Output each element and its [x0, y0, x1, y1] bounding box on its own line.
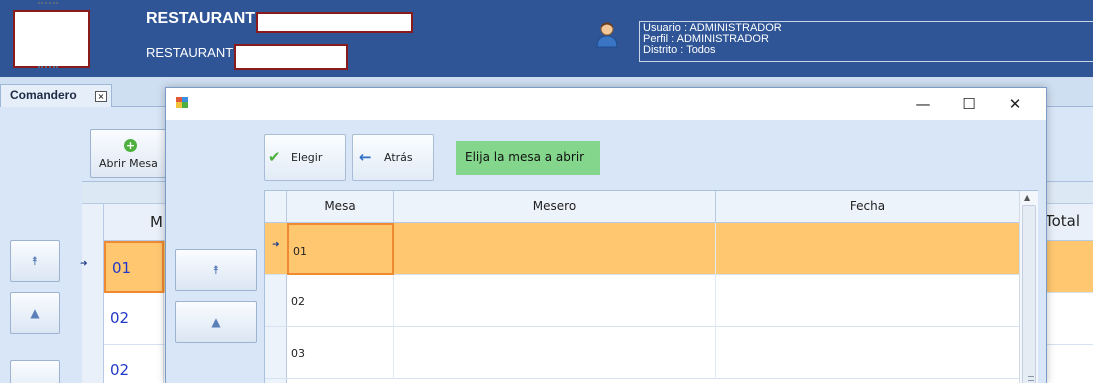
- dialog-body: ✔ Elegir ← Atrás Elija la mesa a abrir ⯭…: [166, 120, 1046, 383]
- first-record-button[interactable]: ⯭: [175, 249, 257, 291]
- table-row[interactable]: 03: [265, 327, 1019, 379]
- user-info-panel: Usuario : ADMINISTRADOR Perfil : ADMINIS…: [639, 21, 1093, 62]
- mesas-grid: Mesa Mesero Fecha ➜ 01 02 03 ▲: [264, 190, 1038, 383]
- mesa-cell[interactable]: 03: [287, 327, 394, 379]
- scrollbar-grip-icon: [1028, 376, 1034, 381]
- instruction-message: Elija la mesa a abrir: [456, 141, 600, 175]
- mesero-cell[interactable]: [394, 223, 716, 275]
- elegir-button[interactable]: ✔ Elegir: [264, 134, 346, 181]
- mesa-cell[interactable]: 01: [104, 241, 164, 293]
- abrir-mesa-button[interactable]: + Abrir Mesa: [90, 129, 170, 178]
- mesero-cell[interactable]: [394, 327, 716, 379]
- fecha-cell[interactable]: [716, 275, 1019, 327]
- mesa-cell[interactable]: 01: [287, 223, 394, 275]
- prev-record-button[interactable]: ▲: [175, 301, 257, 343]
- close-button[interactable]: ✕: [992, 92, 1038, 116]
- dialog-titlebar[interactable]: — ☐ ✕: [166, 88, 1046, 120]
- scroll-up-arrow-icon[interactable]: ▲: [1024, 193, 1030, 202]
- column-header-total: Total: [1045, 212, 1081, 230]
- tab-comandero-label: Comandero: [10, 88, 77, 102]
- app-window-icon: [176, 97, 188, 108]
- plus-circle-icon: +: [124, 139, 137, 152]
- logo-top-decoration: [38, 2, 58, 6]
- column-header-fecha[interactable]: Fecha: [716, 191, 1019, 223]
- column-header-mesa[interactable]: Mesa: [287, 191, 394, 223]
- checkmark-icon: ✔: [268, 148, 281, 166]
- row-selector-header: [265, 191, 287, 223]
- arrow-left-icon: ←: [359, 148, 372, 166]
- atras-button[interactable]: ← Atrás: [352, 134, 434, 181]
- company-logo: [13, 10, 90, 68]
- grid-header: Mesa Mesero Fecha: [265, 191, 1019, 223]
- first-record-button-bg[interactable]: ⯭: [10, 240, 60, 282]
- minimize-button[interactable]: —: [900, 92, 946, 116]
- scrollbar-thumb[interactable]: [1022, 205, 1036, 383]
- elegir-mesa-dialog: — ☐ ✕ ✔ Elegir ← Atrás Elija la mesa a a…: [165, 87, 1047, 383]
- redacted-restaurant-name: [256, 12, 413, 33]
- next-record-button-bg[interactable]: [10, 360, 60, 383]
- mesa-cell[interactable]: 02: [104, 345, 164, 383]
- row-selector-column: [82, 204, 104, 383]
- table-row[interactable]: 02: [265, 275, 1019, 327]
- tab-close-icon[interactable]: ×: [95, 91, 107, 102]
- mesa-cell[interactable]: 02: [104, 293, 164, 345]
- user-info-distrito: Distrito : Todos: [643, 44, 716, 56]
- selected-row-arrow-icon: ➜: [80, 259, 88, 269]
- mesero-cell[interactable]: [394, 275, 716, 327]
- user-avatar-icon: [596, 22, 618, 48]
- redacted-restaurant-branch: [234, 44, 348, 70]
- logo-bottom-decoration: [38, 66, 58, 70]
- elegir-label: Elegir: [291, 151, 323, 164]
- atras-label: Atrás: [384, 151, 413, 164]
- app-header: RESTAURANT RESTAURANT Usuario : ADMINIST…: [0, 0, 1093, 77]
- fecha-cell[interactable]: [716, 327, 1019, 379]
- vertical-scrollbar[interactable]: ▲: [1019, 191, 1038, 383]
- column-header-mesero[interactable]: Mesero: [394, 191, 716, 223]
- restaurant-title: RESTAURANT: [146, 10, 256, 27]
- restaurant-subtitle: RESTAURANT: [146, 45, 234, 60]
- abrir-mesa-label: Abrir Mesa: [99, 157, 158, 170]
- mesa-cell[interactable]: 02: [287, 275, 394, 327]
- column-header-mesa-partial: M: [150, 213, 163, 231]
- maximize-button[interactable]: ☐: [946, 92, 992, 116]
- tab-comandero[interactable]: Comandero ×: [0, 84, 112, 107]
- selected-row-arrow-icon: ➜: [272, 240, 280, 250]
- fecha-cell[interactable]: [716, 223, 1019, 275]
- prev-record-button-bg[interactable]: ▲: [10, 292, 60, 334]
- table-row[interactable]: ➜ 01: [265, 223, 1019, 275]
